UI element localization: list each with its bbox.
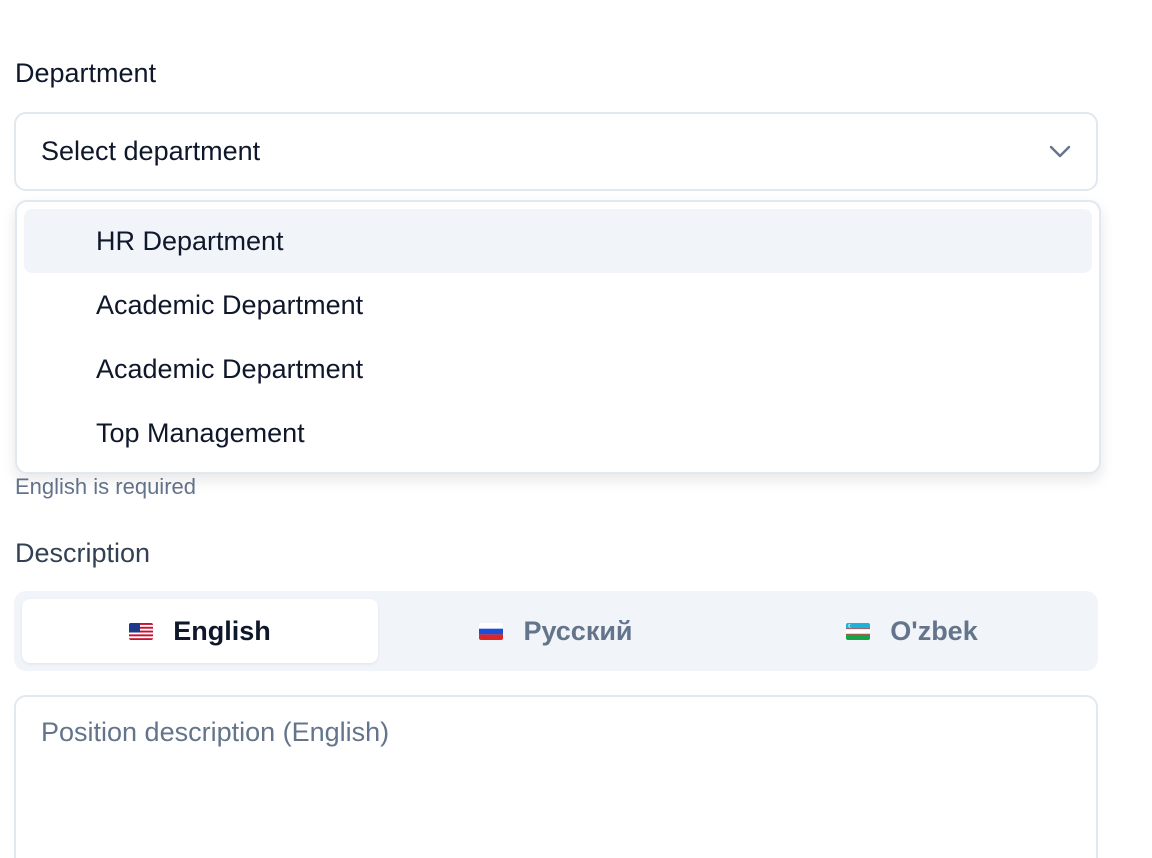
- department-option-academic-2[interactable]: Academic Department: [24, 337, 1092, 401]
- department-option-academic[interactable]: Academic Department: [24, 273, 1092, 337]
- description-placeholder: Position description (English): [41, 717, 390, 747]
- description-textarea[interactable]: Position description (English): [14, 695, 1098, 858]
- tab-russian-label: Русский: [523, 615, 633, 646]
- department-select-value: Select department: [41, 136, 261, 166]
- department-label: Department: [15, 58, 157, 88]
- department-option-hr[interactable]: HR Department: [24, 209, 1092, 273]
- tab-english[interactable]: English: [22, 599, 378, 663]
- tab-russian[interactable]: Русский: [378, 599, 734, 663]
- ru-flag-icon: [479, 622, 504, 640]
- department-option-top-management[interactable]: Top Management: [24, 401, 1092, 465]
- description-label: Description: [15, 538, 151, 568]
- position-form: Department Select department English is …: [0, 0, 1152, 858]
- tab-uzbek-label: O'zbek: [890, 615, 978, 646]
- english-required-error: English is required: [15, 474, 196, 499]
- uz-flag-icon: [846, 622, 871, 640]
- chevron-down-icon: [1048, 140, 1072, 164]
- tab-english-label: English: [173, 615, 271, 646]
- department-select[interactable]: Select department: [14, 112, 1098, 191]
- department-dropdown-menu: HR Department Academic Department Academ…: [15, 200, 1101, 474]
- us-flag-icon: [129, 622, 154, 640]
- language-tabs: English Русский O'zbek: [14, 591, 1098, 671]
- tab-uzbek[interactable]: O'zbek: [734, 599, 1090, 663]
